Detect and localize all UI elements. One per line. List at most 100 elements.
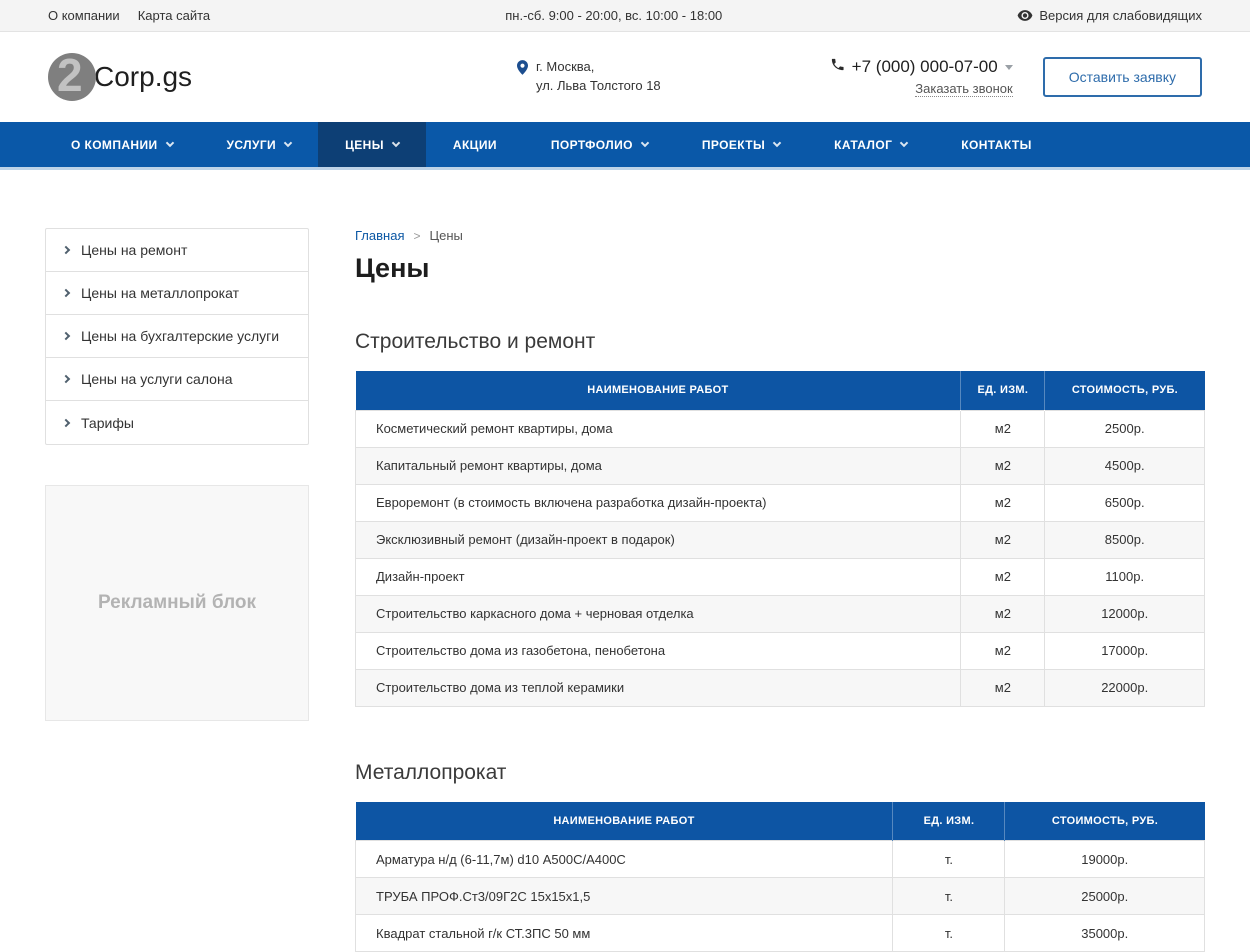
unit-cell: м2 — [961, 632, 1045, 669]
page: О компании Карта сайта пн.-сб. 9:00 - 20… — [0, 0, 1250, 952]
nav-item-prices[interactable]: ЦЕНЫ — [318, 122, 426, 167]
sidebar-item-repair-prices[interactable]: Цены на ремонт — [46, 229, 308, 272]
sidebar-menu: Цены на ремонт Цены на металлопрокат Цены … — [45, 228, 309, 445]
work-name-cell: ТРУБА ПРОФ.Ст3/09Г2С 15х15х1,5 — [356, 878, 893, 915]
column-header: ЕД. ИЗМ. — [961, 371, 1045, 410]
topbar-link-about[interactable]: О компании — [48, 8, 120, 23]
breadcrumb: Главная > Цены — [355, 228, 1205, 243]
work-name-cell: Строительство дома из газобетона, пенобе… — [356, 632, 961, 669]
nav-item-catalog[interactable]: КАТАЛОГ — [807, 122, 934, 167]
chevron-down-icon — [773, 139, 781, 147]
column-header: НАИМЕНОВАНИЕ РАБОТ — [356, 371, 961, 410]
price-cell: 8500р. — [1045, 521, 1205, 558]
table-header-row: НАИМЕНОВАНИЕ РАБОТЕД. ИЗМ.СТОИМОСТЬ, РУБ… — [356, 802, 1205, 841]
chevron-down-icon — [900, 139, 908, 147]
main-nav: О КОМПАНИИ УСЛУГИ ЦЕНЫ АКЦИИ ПОРТФОЛИО ПРОЕКТ… — [0, 122, 1250, 170]
sidebar-item-accounting-prices[interactable]: Цены на бухгалтерские услуги — [46, 315, 308, 358]
price-table: НАИМЕНОВАНИЕ РАБОТЕД. ИЗМ.СТОИМОСТЬ, РУБ… — [355, 371, 1205, 707]
section-heading: Металлопрокат — [355, 761, 1205, 785]
work-name-cell: Арматура н/д (6-11,7м) d10 А500С/А400С — [356, 841, 893, 878]
nav-item-promos[interactable]: АКЦИИ — [426, 122, 524, 167]
nav-item-services[interactable]: УСЛУГИ — [200, 122, 319, 167]
address-line-1: г. Москва, — [536, 58, 661, 77]
unit-cell: м2 — [961, 558, 1045, 595]
sidebar-item-label: Цены на услуги салона — [81, 371, 232, 387]
nav-item-about[interactable]: О КОМПАНИИ — [44, 122, 200, 167]
table-row: Эксклюзивный ремонт (дизайн-проект в под… — [356, 521, 1205, 558]
chevron-down-icon — [392, 139, 400, 147]
price-sections: Строительство и ремонт НАИМЕНОВАНИЕ РАБОТ… — [355, 330, 1205, 952]
nav-item-projects[interactable]: ПРОЕКТЫ — [675, 122, 807, 167]
breadcrumb-separator: > — [413, 229, 420, 243]
callback-link[interactable]: Заказать звонок — [915, 81, 1012, 97]
table-row: Строительство дома из теплой керамиким22… — [356, 669, 1205, 706]
page-title: Цены — [355, 253, 1205, 284]
sidebar: Цены на ремонт Цены на металлопрокат Цены … — [45, 228, 309, 721]
unit-cell: т. — [893, 878, 1005, 915]
address-line-2: ул. Льва Толстого 18 — [536, 77, 661, 96]
section-heading: Строительство и ремонт — [355, 330, 1205, 354]
price-cell: 17000р. — [1045, 632, 1205, 669]
chevron-right-icon — [62, 246, 70, 254]
sidebar-item-label: Цены на бухгалтерские услуги — [81, 328, 279, 344]
chevron-right-icon — [62, 418, 70, 426]
phone-block: +7 (000) 000-07-00 Заказать звонок — [830, 57, 1013, 98]
accessibility-toggle[interactable]: Версия для слабовидящих — [1017, 8, 1202, 23]
chevron-down-icon — [1005, 65, 1013, 70]
unit-cell: т. — [893, 841, 1005, 878]
price-cell: 12000р. — [1045, 595, 1205, 632]
column-header: СТОИМОСТЬ, РУБ. — [1045, 371, 1205, 410]
logo[interactable]: 2 Corp.gs — [48, 53, 348, 101]
work-name-cell: Строительство дома из теплой керамики — [356, 669, 961, 706]
nav-item-label: ПОРТФОЛИО — [551, 138, 633, 152]
topbar: О компании Карта сайта пн.-сб. 9:00 - 20… — [0, 0, 1250, 32]
nav-item-label: КАТАЛОГ — [834, 138, 892, 152]
nav-item-label: ПРОЕКТЫ — [702, 138, 765, 152]
breadcrumb-current: Цены — [430, 228, 463, 243]
chevron-down-icon — [641, 139, 649, 147]
sidebar-item-metal-prices[interactable]: Цены на металлопрокат — [46, 272, 308, 315]
topbar-links: О компании Карта сайта — [48, 8, 210, 23]
sidebar-item-salon-prices[interactable]: Цены на услуги салона — [46, 358, 308, 401]
unit-cell: м2 — [961, 410, 1045, 447]
sidebar-item-tariffs[interactable]: Тарифы — [46, 401, 308, 444]
nav-item-label: КОНТАКТЫ — [961, 138, 1031, 152]
site-header: 2 Corp.gs г. Москва, ул. Льва Толстого 1… — [0, 32, 1250, 122]
leave-request-button[interactable]: Оставить заявку — [1043, 57, 1202, 97]
phone-icon — [830, 57, 845, 77]
nav-item-label: АКЦИИ — [453, 138, 497, 152]
phone-number[interactable]: +7 (000) 000-07-00 — [830, 57, 1013, 77]
column-header: ЕД. ИЗМ. — [893, 802, 1005, 841]
work-name-cell: Квадрат стальной г/к СТ.3ПС 50 мм — [356, 915, 893, 952]
price-cell: 1100р. — [1045, 558, 1205, 595]
content: Цены на ремонт Цены на металлопрокат Цены … — [45, 170, 1205, 952]
chevron-right-icon — [62, 289, 70, 297]
column-header: СТОИМОСТЬ, РУБ. — [1005, 802, 1205, 841]
ad-placeholder: Рекламный блок — [45, 485, 309, 721]
table-row: Строительство каркасного дома + черновая… — [356, 595, 1205, 632]
sidebar-item-label: Цены на ремонт — [81, 242, 187, 258]
breadcrumb-home[interactable]: Главная — [355, 228, 404, 243]
column-header: НАИМЕНОВАНИЕ РАБОТ — [356, 802, 893, 841]
unit-cell: м2 — [961, 595, 1045, 632]
nav-item-label: УСЛУГИ — [227, 138, 277, 152]
chevron-right-icon — [62, 332, 70, 340]
work-name-cell: Строительство каркасного дома + черновая… — [356, 595, 961, 632]
topbar-link-sitemap[interactable]: Карта сайта — [138, 8, 210, 23]
price-cell: 22000р. — [1045, 669, 1205, 706]
nav-item-label: О КОМПАНИИ — [71, 138, 158, 152]
price-cell: 2500р. — [1045, 410, 1205, 447]
nav-item-contacts[interactable]: КОНТАКТЫ — [934, 122, 1058, 167]
working-hours: пн.-сб. 9:00 - 20:00, вс. 10:00 - 18:00 — [210, 8, 1017, 23]
table-row: Евроремонт (в стоимость включена разрабо… — [356, 484, 1205, 521]
unit-cell: м2 — [961, 484, 1045, 521]
table-header-row: НАИМЕНОВАНИЕ РАБОТЕД. ИЗМ.СТОИМОСТЬ, РУБ… — [356, 371, 1205, 410]
eye-icon — [1017, 10, 1033, 21]
price-cell: 25000р. — [1005, 878, 1205, 915]
price-section-metal: Металлопрокат НАИМЕНОВАНИЕ РАБОТЕД. ИЗМ.С… — [355, 761, 1205, 952]
unit-cell: м2 — [961, 669, 1045, 706]
table-row: Косметический ремонт квартиры, домам2250… — [356, 410, 1205, 447]
phone-number-text: +7 (000) 000-07-00 — [852, 57, 998, 77]
nav-item-portfolio[interactable]: ПОРТФОЛИО — [524, 122, 675, 167]
price-cell: 19000р. — [1005, 841, 1205, 878]
